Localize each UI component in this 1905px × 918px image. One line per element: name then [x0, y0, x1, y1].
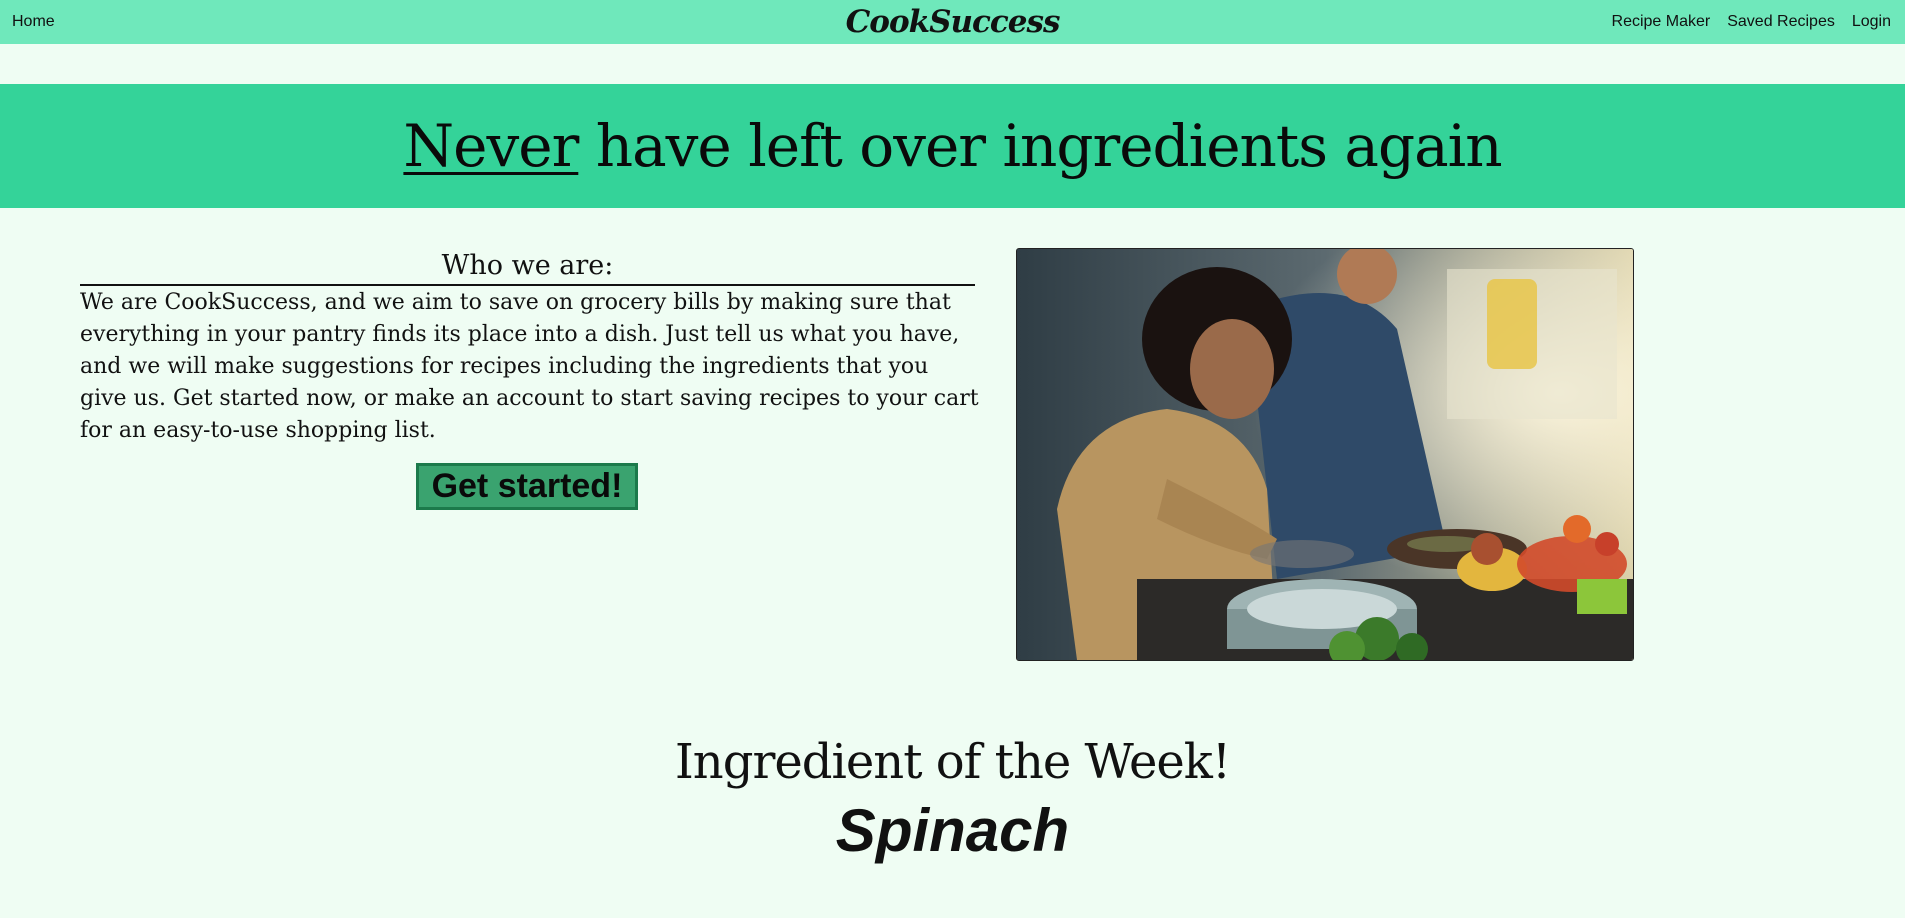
about-heading: Who we are: — [80, 246, 975, 286]
cooking-photo-illustration — [1017, 249, 1633, 660]
ingredient-of-week-name: Spinach — [835, 797, 1070, 864]
nav-saved-recipes-link[interactable]: Saved Recipes — [1727, 0, 1835, 44]
about-description: We are CookSuccess, and we aim to save o… — [80, 290, 979, 443]
nav-recipe-maker-link[interactable]: Recipe Maker — [1612, 0, 1711, 44]
nav-home-link[interactable]: Home — [12, 0, 55, 44]
cooking-photo — [1016, 248, 1634, 661]
hero-banner: Never have left over ingredients again — [0, 84, 1905, 208]
ingredient-of-week-title: Ingredient of the Week! — [674, 734, 1231, 790]
nav-login-link[interactable]: Login — [1852, 0, 1891, 44]
get-started-button[interactable]: Get started! — [416, 463, 638, 510]
hero-headline: Never have left over ingredients again — [0, 84, 1905, 208]
nav-right-links: Recipe Maker Saved Recipes Login — [1612, 0, 1891, 44]
hero-headline-rest: have left over ingredients again — [578, 112, 1503, 180]
hero-emphasis: Never — [403, 112, 579, 180]
top-navbar: Home CookSuccess Recipe Maker Saved Reci… — [0, 0, 1905, 44]
